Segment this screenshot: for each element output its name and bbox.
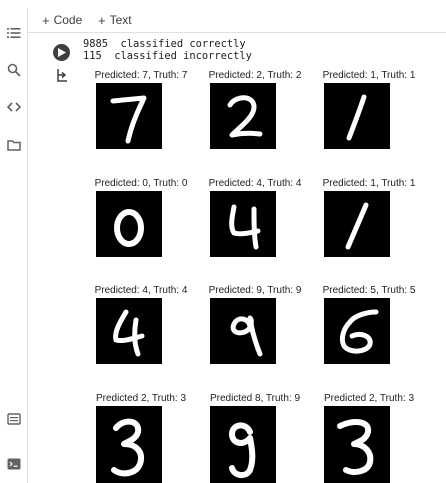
prediction-caption: Predicted 2, Truth: 3 (323, 393, 415, 404)
files-icon[interactable] (7, 138, 21, 152)
terminal-icon[interactable] (7, 457, 21, 471)
add-code-button[interactable]: + Code (42, 12, 82, 28)
digit-image (96, 83, 162, 149)
code-snippets-icon[interactable] (7, 100, 21, 114)
digit-image (210, 406, 276, 483)
prediction-caption: Predicted: 4, Truth: 4 (208, 178, 302, 189)
plus-icon: + (42, 12, 50, 28)
prediction-caption: Predicted: 2, Truth: 2 (208, 70, 302, 81)
prediction-caption: Predicted 2, Truth: 3 (95, 393, 187, 404)
digit-image (96, 298, 162, 364)
command-palette-icon[interactable] (7, 412, 21, 426)
prediction-caption: Predicted: 4, Truth: 4 (94, 285, 188, 296)
prediction-caption: Predicted: 1, Truth: 1 (322, 178, 416, 189)
digit-image (210, 298, 276, 364)
digit-image (324, 298, 390, 364)
prediction-caption: Predicted: 1, Truth: 1 (322, 70, 416, 81)
prediction-caption: Predicted: 7, Truth: 7 (94, 70, 188, 81)
digit-image (324, 191, 390, 257)
play-icon (58, 48, 66, 57)
run-cell-button[interactable] (53, 44, 70, 61)
output-line-correct: 9885 classified correctly (83, 38, 246, 50)
prediction-caption: Predicted: 5, Truth: 5 (322, 285, 416, 296)
add-code-label: Code (53, 13, 83, 27)
prediction-caption: Predicted 8, Truth: 9 (209, 393, 301, 404)
prediction-caption: Predicted: 0, Truth: 0 (94, 178, 188, 189)
notebook-toolbar: + Code + Text (28, 8, 446, 33)
digit-image (324, 406, 390, 483)
digit-image (324, 83, 390, 149)
prediction-caption: Predicted: 9, Truth: 9 (208, 285, 302, 296)
plus-icon: + (98, 12, 106, 28)
add-text-button[interactable]: + Text (98, 12, 132, 28)
output-icon[interactable] (55, 68, 69, 82)
digit-image (96, 406, 162, 483)
digit-image (96, 191, 162, 257)
left-sidebar (0, 8, 28, 483)
search-icon[interactable] (7, 63, 21, 77)
cell-output-text: 9885 classified correctly 115 classified… (83, 38, 252, 62)
add-text-label: Text (109, 13, 132, 27)
digit-image (210, 191, 276, 257)
table-of-contents-icon[interactable] (7, 26, 21, 40)
digit-image (210, 83, 276, 149)
output-line-incorrect: 115 classified incorrectly (83, 50, 252, 62)
